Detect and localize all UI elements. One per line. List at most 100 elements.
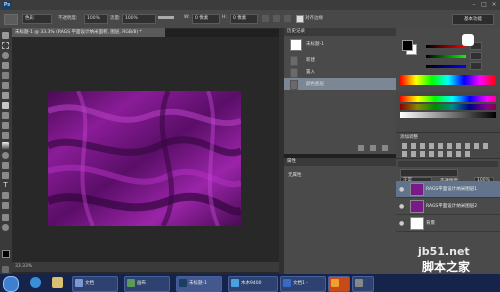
width-label: W:: [184, 15, 190, 20]
adjustment-icons[interactable]: [402, 143, 492, 149]
workspace-switcher[interactable]: 基本功能: [452, 14, 494, 25]
taskbar-item[interactable]: [328, 276, 350, 292]
blue-slider[interactable]: [426, 65, 466, 68]
history-step-icon: [290, 56, 298, 66]
layer-row-selected[interactable]: ● RAGS平面设计纳米图层1: [396, 181, 500, 198]
history-item[interactable]: 置入: [284, 66, 396, 78]
flow-input[interactable]: 100%: [122, 14, 156, 24]
taskbar-item-label: 木木9400: [241, 281, 262, 286]
layer-thumbnail: [410, 183, 424, 196]
properties-panel-title: 属性: [284, 158, 396, 166]
arrange-icon[interactable]: [284, 15, 291, 22]
path-select-tool-icon[interactable]: [2, 192, 9, 199]
taskbar: 文档 画布 未标题-1 木木9400 文档1 -: [0, 274, 500, 292]
app-icon: [355, 278, 363, 287]
ie-icon[interactable]: [30, 277, 41, 288]
visibility-eye-icon[interactable]: ●: [399, 186, 404, 193]
path-ops-icon[interactable]: [262, 15, 269, 22]
color-spectrum-bar[interactable]: [400, 75, 496, 85]
brush-tool-icon[interactable]: [2, 102, 9, 109]
layer-row[interactable]: ● 背景: [396, 215, 500, 232]
align-edges-label: 对齐边缘: [305, 16, 323, 21]
shape-tool-icon[interactable]: [2, 202, 9, 209]
taskbar-item-label: 文档: [85, 281, 94, 286]
quick-mask-icon[interactable]: [2, 266, 9, 273]
maximize-button[interactable]: □: [480, 1, 488, 8]
layer-filter[interactable]: [400, 169, 458, 177]
history-item-selected[interactable]: 颜色图层: [284, 78, 396, 90]
history-brush-tool-icon[interactable]: [2, 122, 9, 129]
opacity-input[interactable]: 100%: [84, 14, 108, 24]
dodge-tool-icon[interactable]: [2, 162, 9, 169]
layer-thumbnail: [410, 200, 424, 213]
gradient-tool-icon[interactable]: [2, 142, 9, 149]
swatch-row[interactable]: [400, 112, 496, 118]
trash-icon[interactable]: [382, 145, 388, 151]
green-slider[interactable]: [426, 55, 466, 58]
height-input[interactable]: 0 像素: [230, 14, 258, 24]
lasso-tool-icon[interactable]: [2, 52, 9, 59]
red-slider[interactable]: [426, 45, 466, 48]
app-icon: [331, 278, 339, 287]
align-icon[interactable]: [273, 15, 280, 22]
start-button[interactable]: [3, 276, 19, 292]
move-tool-icon[interactable]: [2, 32, 9, 39]
layers-tabs[interactable]: [398, 161, 498, 167]
history-item[interactable]: 新建: [284, 54, 396, 66]
layer-name: RAGS平面设计纳米图层2: [426, 204, 478, 209]
width-input[interactable]: 0 像素: [192, 14, 220, 24]
taskbar-item[interactable]: 文档1 -: [280, 276, 326, 292]
taskbar-item-active[interactable]: 未标题-1: [176, 276, 222, 292]
visibility-eye-icon[interactable]: ●: [399, 220, 404, 227]
crop-tool-icon[interactable]: [2, 72, 9, 79]
taskbar-item[interactable]: 木木9400: [228, 276, 278, 292]
close-button[interactable]: ×: [490, 1, 498, 8]
history-panel: 历史记录 未标题-1 新建 置入 颜色图层: [284, 28, 397, 154]
mode-select[interactable]: 色彩: [22, 14, 52, 24]
layer-row[interactable]: ● RAGS平面设计纳米图层2: [396, 198, 500, 215]
explorer-icon[interactable]: [52, 277, 63, 288]
align-edges-checkbox[interactable]: [296, 15, 304, 23]
adjustment-icons[interactable]: [402, 151, 472, 157]
zoom-tool-icon[interactable]: [2, 224, 9, 231]
history-item-label: 颜色图层: [306, 82, 324, 87]
taskbar-item[interactable]: 文档: [72, 276, 118, 292]
healing-brush-tool-icon[interactable]: [2, 92, 9, 99]
minimize-button[interactable]: –: [470, 1, 478, 8]
hand-tool-icon[interactable]: [2, 214, 9, 221]
taskbar-item[interactable]: [352, 276, 374, 292]
stroke-swatch[interactable]: [158, 16, 174, 19]
swatch-row[interactable]: [400, 104, 496, 110]
visibility-eye-icon[interactable]: ●: [399, 203, 404, 210]
blur-tool-icon[interactable]: [2, 152, 9, 159]
taskbar-item-label: 文档1 -: [293, 281, 308, 286]
type-tool-icon[interactable]: T: [2, 182, 9, 189]
hand-cursor-icon: [462, 34, 474, 46]
quick-select-tool-icon[interactable]: [2, 62, 9, 69]
flow-label: 流量:: [110, 16, 121, 21]
eraser-tool-icon[interactable]: [2, 132, 9, 139]
swatch-row[interactable]: [400, 96, 496, 102]
history-snapshot[interactable]: 未标题-1: [284, 38, 396, 51]
eyedropper-tool-icon[interactable]: [2, 82, 9, 89]
photoshop-icon: [179, 278, 187, 287]
taskbar-item[interactable]: 画布: [124, 276, 170, 292]
new-document-from-state-icon[interactable]: [358, 145, 364, 151]
opacity-label: 不透明度:: [58, 16, 78, 21]
green-value-input[interactable]: [470, 52, 482, 60]
menu-bar: Ps – □ ×: [0, 0, 500, 10]
clone-stamp-tool-icon[interactable]: [2, 112, 9, 119]
canvas-image[interactable]: [48, 91, 241, 226]
marquee-tool-icon[interactable]: [2, 42, 9, 49]
height-label: H:: [222, 15, 227, 20]
properties-panel: 属性 无属性: [284, 158, 396, 274]
camera-snapshot-icon[interactable]: [370, 145, 376, 151]
document-tab[interactable]: 未标题-1 @ 33.3% (RAGS 平面设计纳米面积, 图层, RGB/8)…: [12, 28, 165, 37]
foreground-color-swatch[interactable]: [2, 250, 10, 258]
tool-preset-picker[interactable]: [4, 14, 18, 25]
blue-value-input[interactable]: [470, 62, 482, 70]
pen-tool-icon[interactable]: [2, 172, 9, 179]
status-bar: 33.33%: [12, 262, 282, 272]
color-panel: [396, 28, 500, 92]
foreground-color[interactable]: [402, 40, 413, 51]
